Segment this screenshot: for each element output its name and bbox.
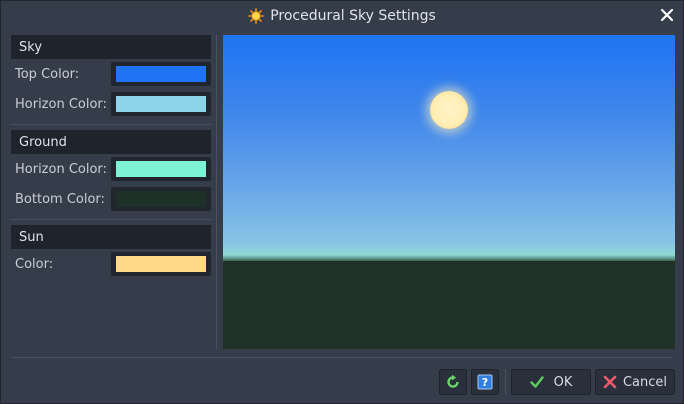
sky-preview	[223, 35, 675, 349]
close-icon	[660, 8, 674, 22]
reset-button[interactable]	[439, 369, 467, 395]
title-bar: Procedural Sky Settings	[1, 1, 683, 30]
checkmark-icon	[529, 376, 544, 388]
footer-divider	[11, 357, 673, 358]
ground-bottom-color-label: Bottom Color:	[15, 191, 105, 207]
ground-horizon-color-picker[interactable]	[111, 157, 211, 181]
procedural-sky-dialog: Procedural Sky Settings Sky Top Color: H…	[0, 0, 684, 404]
sky-top-color-swatch	[116, 66, 206, 82]
preview-ground	[223, 261, 675, 349]
ground-horizon-color-swatch	[116, 161, 206, 177]
dialog-title: Procedural Sky Settings	[270, 7, 436, 24]
preview-sun	[430, 91, 468, 129]
settings-panel: Sky Top Color: Horizon Color: Ground Hor…	[11, 35, 211, 279]
svg-text:?: ?	[482, 376, 488, 389]
section-header-sky: Sky	[11, 35, 211, 59]
section-header-sun: Sun	[11, 225, 211, 249]
title-wrap: Procedural Sky Settings	[248, 8, 436, 24]
sky-horizon-color-row: Horizon Color:	[11, 89, 211, 119]
sun-color-label: Color:	[15, 256, 54, 272]
section-header-ground: Ground	[11, 130, 211, 154]
ok-button[interactable]: OK	[511, 369, 591, 395]
help-icon: ?	[477, 374, 493, 390]
sun-color-picker[interactable]	[111, 252, 211, 276]
ground-bottom-color-swatch	[116, 191, 206, 207]
sky-horizon-color-label: Horizon Color:	[15, 96, 107, 112]
section-divider	[11, 124, 211, 125]
close-button[interactable]	[657, 5, 677, 25]
sky-horizon-color-swatch	[116, 96, 206, 112]
section-divider	[11, 219, 211, 220]
reset-icon	[447, 374, 459, 388]
ground-bottom-color-row: Bottom Color:	[11, 184, 211, 214]
ground-horizon-color-row: Horizon Color:	[11, 154, 211, 184]
sun-color-row: Color:	[11, 249, 211, 279]
sun-settings-icon	[248, 7, 265, 24]
cancel-x-icon	[603, 375, 617, 389]
sky-horizon-color-picker[interactable]	[111, 92, 211, 116]
panel-divider	[216, 35, 217, 349]
preview-sky	[223, 35, 675, 255]
sun-color-swatch	[116, 256, 206, 272]
ok-label: OK	[553, 374, 573, 390]
sky-top-color-label: Top Color:	[15, 66, 80, 82]
ground-bottom-color-picker[interactable]	[111, 187, 211, 211]
cancel-button[interactable]: Cancel	[595, 369, 675, 395]
sky-top-color-row: Top Color:	[11, 59, 211, 89]
cancel-label: Cancel	[622, 374, 668, 390]
sky-top-color-picker[interactable]	[111, 62, 211, 86]
footer-separator	[505, 369, 506, 395]
help-button[interactable]: ?	[471, 369, 499, 395]
ground-horizon-color-label: Horizon Color:	[15, 161, 107, 177]
